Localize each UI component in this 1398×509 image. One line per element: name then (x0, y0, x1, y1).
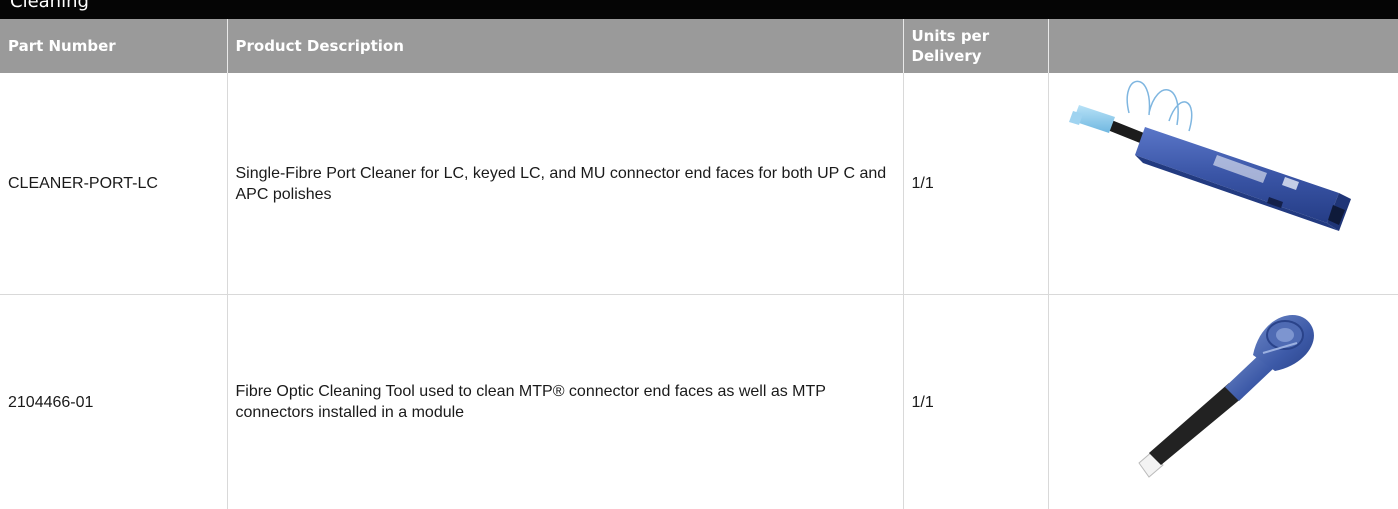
table-header-row: Part Number Product Description Units pe… (0, 19, 1398, 73)
table-row: CLEANER-PORT-LC Single-Fibre Port Cleane… (0, 73, 1398, 295)
header-units-per-delivery: Units per Delivery (903, 19, 1049, 73)
description-cell: Fibre Optic Cleaning Tool used to clean … (227, 294, 904, 509)
part-number-cell: CLEANER-PORT-LC (0, 73, 228, 295)
section-title: Cleaning (10, 0, 89, 12)
header-image (1048, 19, 1398, 73)
part-number-cell: 2104466-01 (0, 294, 228, 509)
mtp-cleaning-tool-image (1137, 315, 1314, 478)
port-cleaner-pen-image (1068, 80, 1351, 231)
units-cell: 1/1 (903, 73, 1049, 295)
description-cell: Single-Fibre Port Cleaner for LC, keyed … (227, 73, 904, 295)
units-cell: 1/1 (903, 294, 1049, 509)
header-part-number: Part Number (0, 19, 228, 73)
section-title-bar: Cleaning (0, 0, 1398, 19)
products-table: Part Number Product Description Units pe… (0, 19, 1398, 509)
header-product-description: Product Description (227, 19, 904, 73)
product-image-cell (1048, 73, 1398, 295)
product-image-cell (1048, 295, 1398, 509)
table-row: 2104466-01 Fibre Optic Cleaning Tool use… (0, 294, 1398, 509)
